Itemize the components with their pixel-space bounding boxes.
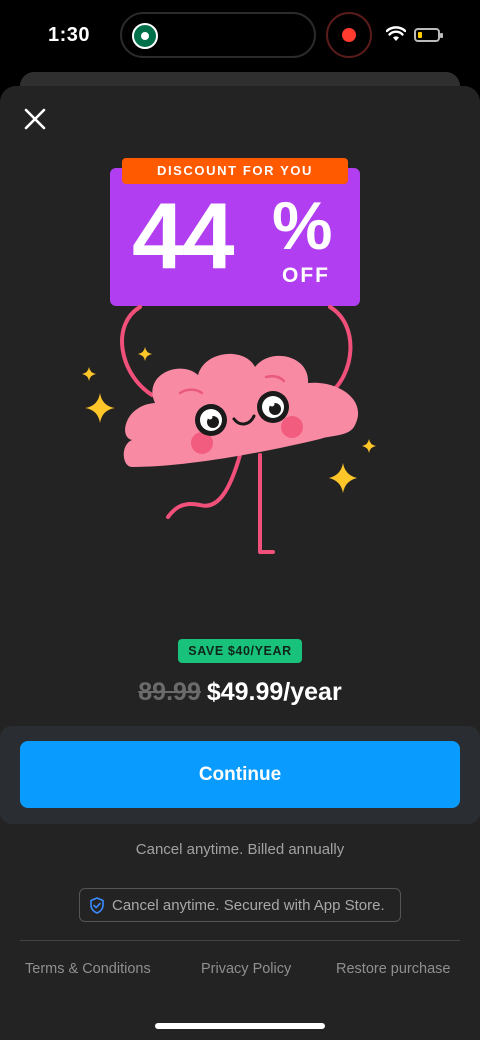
price-row: 89.99 $49.99/year (0, 678, 480, 707)
divider (20, 940, 460, 941)
terms-link[interactable]: Terms & Conditions (25, 961, 151, 977)
starbucks-icon[interactable] (132, 23, 158, 49)
brain-mascot-illustration (82, 305, 376, 554)
wifi-icon (386, 26, 406, 41)
save-badge: SAVE $40/YEAR (178, 639, 302, 663)
status-time: 1:30 (48, 24, 91, 46)
secure-note: Cancel anytime. Secured with App Store. (79, 888, 401, 922)
discount-tag: DISCOUNT FOR YOU (122, 158, 348, 184)
privacy-link[interactable]: Privacy Policy (201, 961, 291, 977)
secure-note-text: Cancel anytime. Secured with App Store. (112, 897, 385, 914)
discount-value: 44 (132, 183, 235, 288)
continue-button[interactable]: Continue (20, 741, 460, 808)
billing-note: Cancel anytime. Billed annually (135, 841, 345, 858)
recording-icon[interactable] (326, 12, 372, 58)
battery-icon (414, 28, 443, 42)
close-icon[interactable] (20, 104, 50, 134)
discount-percent: % (272, 188, 333, 264)
shield-check-icon (90, 897, 104, 914)
home-indicator[interactable] (155, 1023, 325, 1029)
new-price: $49.99/year (206, 678, 342, 706)
discount-off-label: OFF (282, 264, 330, 287)
dynamic-island[interactable] (120, 12, 316, 58)
status-bar: 1:30 (0, 0, 480, 72)
old-price: 89.99 (138, 678, 201, 706)
restore-purchase-link[interactable]: Restore purchase (336, 961, 450, 977)
